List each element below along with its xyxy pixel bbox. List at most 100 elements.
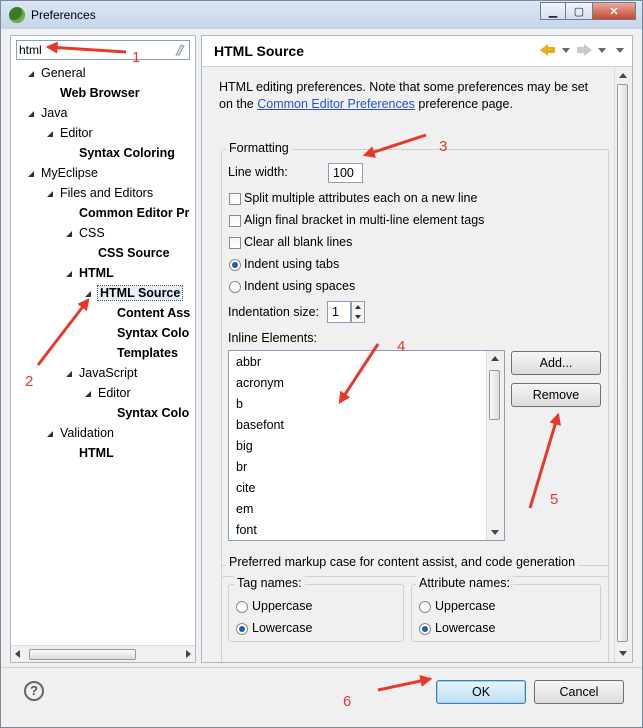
tree-item[interactable]: HTML xyxy=(66,263,114,283)
tree-item-label: Common Editor Pr xyxy=(79,206,190,220)
common-editor-preferences-link[interactable]: Common Editor Preferences xyxy=(257,97,415,111)
filter-input[interactable] xyxy=(19,42,167,58)
view-menu-icon[interactable] xyxy=(616,47,624,53)
tree-item[interactable]: Syntax Colo xyxy=(117,403,189,423)
expand-triangle-icon[interactable] xyxy=(28,71,34,77)
scroll-up-icon[interactable] xyxy=(491,356,499,361)
tree-item[interactable]: Java xyxy=(28,103,67,123)
tree-item-label: Syntax Colo xyxy=(117,406,190,420)
ok-button[interactable]: OK xyxy=(436,680,526,704)
tree-item[interactable]: Web Browser xyxy=(60,83,140,103)
line-width-input[interactable]: 100 xyxy=(328,163,363,183)
scroll-right-icon[interactable] xyxy=(186,650,191,658)
list-item[interactable]: acronym xyxy=(236,373,284,394)
indentation-size-input[interactable]: 1 xyxy=(327,301,351,323)
inline-elements-list[interactable]: abbr acronym b basefont big br cite em font xyxy=(228,350,505,541)
tree-item-label: CSS xyxy=(79,226,105,240)
tree-item-label: Syntax Colo xyxy=(117,326,190,340)
split-attributes-checkbox[interactable] xyxy=(229,193,241,205)
back-arrow-icon[interactable] xyxy=(540,44,556,56)
tree-item[interactable]: HTML xyxy=(79,443,114,463)
forward-arrow-icon[interactable] xyxy=(576,44,592,56)
markup-case-group-label: Preferred markup case for content assist… xyxy=(226,555,579,569)
maximize-icon[interactable]: ▢ xyxy=(566,2,592,20)
preference-tree-panel: General Web Browser Java Editor Syntax Color… xyxy=(10,35,196,663)
tag-names-label: Tag names: xyxy=(234,576,305,590)
scroll-left-icon[interactable] xyxy=(15,650,20,658)
tree-item[interactable]: Files and Editors xyxy=(47,183,153,203)
title-bar[interactable]: Preferences ▁ ▢ ✕ xyxy=(1,1,642,29)
tree-item[interactable]: HTML Source xyxy=(85,283,184,303)
tree-item[interactable]: Common Editor Pr xyxy=(79,203,189,223)
clear-filter-icon[interactable] xyxy=(175,44,185,56)
attr-lowercase-label: Lowercase xyxy=(435,621,496,635)
expand-triangle-icon[interactable] xyxy=(66,231,72,237)
expand-triangle-icon[interactable] xyxy=(66,271,72,277)
spinner-down-icon[interactable] xyxy=(355,315,361,319)
indent-tabs-radio[interactable] xyxy=(229,259,241,271)
tree-item-label: Editor xyxy=(60,126,93,140)
forward-dropdown-icon[interactable] xyxy=(598,47,606,53)
scroll-thumb[interactable] xyxy=(29,649,136,660)
tree-item[interactable]: CSS Source xyxy=(98,243,170,263)
expand-triangle-icon[interactable] xyxy=(47,131,53,137)
scroll-down-icon[interactable] xyxy=(619,651,627,656)
list-item[interactable]: basefont xyxy=(236,415,284,436)
spinner-up-icon[interactable] xyxy=(355,305,361,309)
tree-item[interactable]: Templates xyxy=(117,343,178,363)
add-button[interactable]: Add... xyxy=(511,351,601,375)
tree-item[interactable]: MyEclipse xyxy=(28,163,98,183)
expand-triangle-icon[interactable] xyxy=(85,391,91,397)
tree-item[interactable]: Syntax Colo xyxy=(117,323,189,343)
close-icon[interactable]: ✕ xyxy=(592,2,636,20)
list-item[interactable]: b xyxy=(236,394,243,415)
scroll-thumb[interactable] xyxy=(617,84,628,642)
tree-item-label: Content Ass xyxy=(117,306,191,320)
tree-item[interactable]: CSS xyxy=(66,223,105,243)
expand-triangle-icon[interactable] xyxy=(85,291,91,297)
list-item[interactable]: br xyxy=(236,457,247,478)
minimize-icon[interactable]: ▁ xyxy=(540,2,566,20)
tree-item[interactable]: Syntax Coloring xyxy=(79,143,175,163)
page-vertical-scrollbar[interactable] xyxy=(614,67,632,662)
annotation-3: 3 xyxy=(439,138,448,155)
inline-list-scrollbar[interactable] xyxy=(486,351,504,540)
tree-item[interactable]: Editor xyxy=(47,123,93,143)
expand-triangle-icon[interactable] xyxy=(28,171,34,177)
tag-lowercase-radio[interactable] xyxy=(236,623,248,635)
expand-triangle-icon[interactable] xyxy=(28,111,34,117)
list-item[interactable]: em xyxy=(236,499,253,520)
list-item[interactable]: cite xyxy=(236,478,255,499)
indentation-size-spinner[interactable] xyxy=(351,301,365,323)
tree-item[interactable]: JavaScript xyxy=(66,363,137,383)
tree-item[interactable]: Validation xyxy=(47,423,114,443)
window-title: Preferences xyxy=(31,8,96,22)
tree-horizontal-scrollbar[interactable] xyxy=(11,645,195,662)
expand-triangle-icon[interactable] xyxy=(47,191,53,197)
list-item[interactable]: font xyxy=(236,520,257,540)
remove-button[interactable]: Remove xyxy=(511,383,601,407)
attr-lowercase-radio[interactable] xyxy=(419,623,431,635)
attribute-names-label: Attribute names: xyxy=(416,576,514,590)
help-icon[interactable]: ? xyxy=(24,681,44,701)
list-item[interactable]: big xyxy=(236,436,253,457)
indent-spaces-radio[interactable] xyxy=(229,281,241,293)
scroll-down-icon[interactable] xyxy=(491,530,499,535)
tree-item[interactable]: Editor xyxy=(85,383,131,403)
expand-triangle-icon[interactable] xyxy=(47,431,53,437)
clear-blank-lines-checkbox[interactable] xyxy=(229,237,241,249)
tree-item-label: Editor xyxy=(98,386,131,400)
list-item[interactable]: abbr xyxy=(236,352,261,373)
expand-triangle-icon[interactable] xyxy=(66,371,72,377)
filter-box[interactable] xyxy=(16,40,190,60)
cancel-button[interactable]: Cancel xyxy=(534,680,624,704)
align-bracket-checkbox[interactable] xyxy=(229,215,241,227)
attr-uppercase-radio[interactable] xyxy=(419,601,431,613)
scroll-up-icon[interactable] xyxy=(619,73,627,78)
inline-elements-label: Inline Elements: xyxy=(228,331,317,345)
scroll-thumb[interactable] xyxy=(489,370,500,420)
tag-uppercase-radio[interactable] xyxy=(236,601,248,613)
tree-item[interactable]: General xyxy=(28,63,85,83)
tree-item[interactable]: Content Ass xyxy=(117,303,190,323)
back-dropdown-icon[interactable] xyxy=(562,47,570,53)
